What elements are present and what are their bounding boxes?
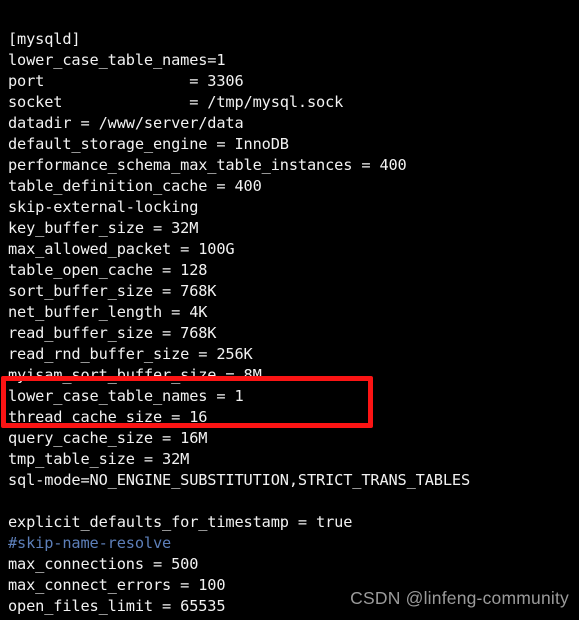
config-line[interactable]: default_storage_engine = InnoDB [8, 134, 579, 155]
config-line[interactable]: query_cache_size = 16M [8, 428, 579, 449]
config-line[interactable]: [mysqld] [8, 29, 579, 50]
config-line[interactable]: sql-mode=NO_ENGINE_SUBSTITUTION,STRICT_T… [8, 470, 579, 491]
config-line[interactable]: thread_cache_size = 16 [8, 407, 579, 428]
config-line[interactable]: performance_schema_max_table_instances =… [8, 155, 579, 176]
config-line[interactable]: read_buffer_size = 768K [8, 323, 579, 344]
config-line[interactable]: explicit_defaults_for_timestamp = true [8, 512, 579, 533]
config-line[interactable]: sort_buffer_size = 768K [8, 281, 579, 302]
config-file-content[interactable]: [mysqld] lower_case_table_names=1 port = 3… [8, 29, 579, 617]
config-line[interactable]: socket = /tmp/mysql.sock [8, 92, 579, 113]
config-line[interactable]: tmp_table_size = 32M [8, 449, 579, 470]
config-line[interactable]: max_connections = 500 [8, 554, 579, 575]
config-line[interactable]: key_buffer_size = 32M [8, 218, 579, 239]
terminal-config-view: [mysqld] lower_case_table_names=1 port = 3… [0, 0, 579, 620]
config-line[interactable]: port = 3306 [8, 71, 579, 92]
config-line[interactable]: table_definition_cache = 400 [8, 176, 579, 197]
config-line[interactable]: read_rnd_buffer_size = 256K [8, 344, 579, 365]
config-line[interactable]: myisam_sort_buffer_size = 8M [8, 365, 579, 386]
config-line[interactable]: datadir = /www/server/data [8, 113, 579, 134]
config-line[interactable]: skip-external-locking [8, 197, 579, 218]
config-line[interactable]: lower_case_table_names=1 [8, 50, 579, 71]
watermark-label: CSDN @linfeng-community [350, 588, 569, 608]
config-line[interactable]: #skip-name-resolve [8, 533, 579, 554]
config-blank-line[interactable] [8, 491, 579, 512]
config-line[interactable]: table_open_cache = 128 [8, 260, 579, 281]
config-line[interactable]: lower_case_table_names = 1 [8, 386, 579, 407]
config-line[interactable]: max_allowed_packet = 100G [8, 239, 579, 260]
config-line[interactable]: net_buffer_length = 4K [8, 302, 579, 323]
